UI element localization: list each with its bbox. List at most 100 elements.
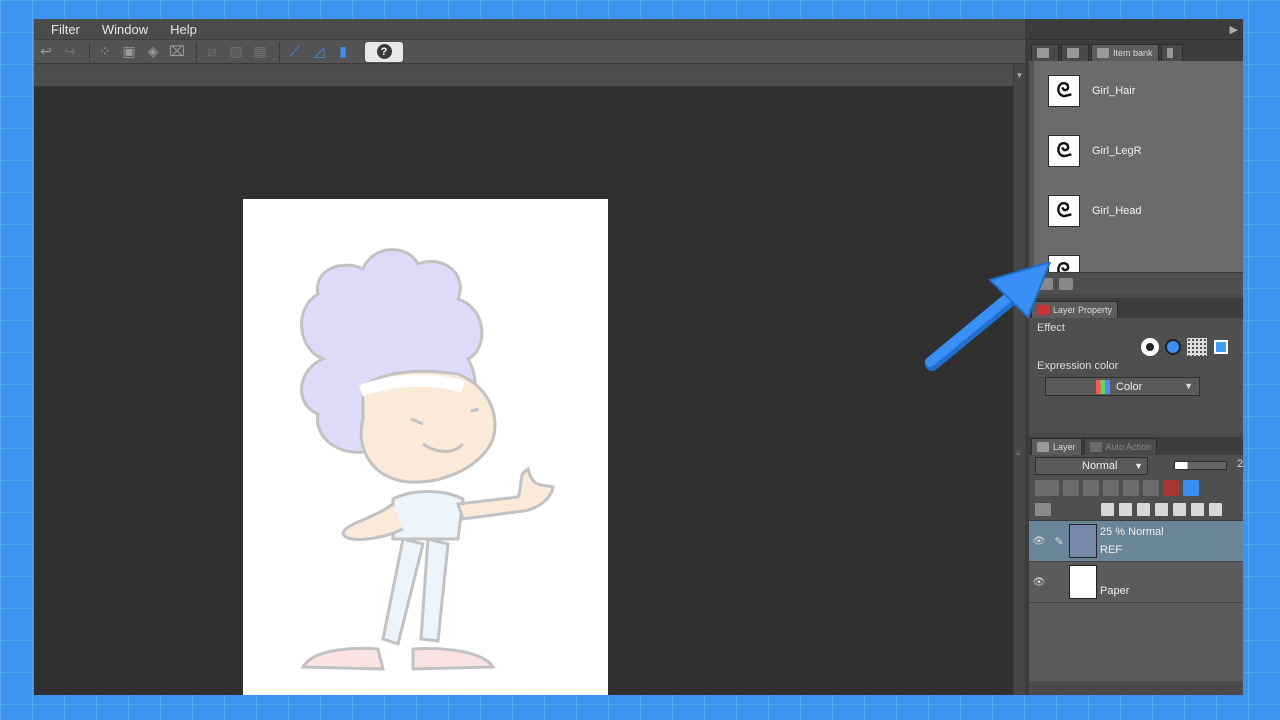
right-dock: ▶ Item bank ᘓ Girl_Hair ᘓ Girl_LegR ᘓ Gi… [1029,19,1243,695]
layers-list: 👁 ✎ 25 % Normal REF 👁 Paper [1029,521,1243,681]
secondary-toolbar [34,65,1025,87]
layer-name: REF [1100,544,1122,556]
transfer-down-icon[interactable] [1155,503,1168,516]
tab-item-bank-label: Item bank [1113,48,1153,58]
tone-icon[interactable] [1187,338,1207,356]
clip-icon[interactable] [1063,480,1079,496]
color-swatch-icon [1096,379,1110,394]
merge-down-icon[interactable] [1173,503,1186,516]
eye-icon[interactable]: 👁 [1029,577,1049,588]
dock-header: ▶ [1029,19,1243,39]
layer-tools-row [1029,477,1243,499]
list-item-partial[interactable]: ᘓ [1034,241,1243,272]
menu-window[interactable]: Window [102,22,148,37]
redo-icon[interactable]: ↪ [60,42,80,62]
item-label: Girl_Hair [1092,85,1136,97]
tab-extra[interactable] [1160,44,1183,61]
item-thumbnail-icon: ᘓ [1048,135,1080,167]
expression-color-select[interactable]: Color ▼ [1045,377,1200,396]
opacity-slider[interactable] [1174,461,1227,470]
help-button[interactable]: ? [365,41,403,62]
new-vector-layer-icon[interactable] [1119,503,1132,516]
list-item[interactable]: ᘓ Girl_LegR [1034,121,1243,181]
delete-layer-icon[interactable] [1209,503,1222,516]
layer-name: Paper [1100,585,1130,597]
item-label: Girl_LegR [1092,145,1142,157]
command-bar: ↩ ↪ ⁘ ▣ ◈ ⌧ ⧄ ▨ ▦ ⟋ ◿ ▮ ? [34,39,1025,64]
extract-line-icon[interactable] [1163,338,1183,356]
canvas-paper[interactable] [243,199,608,695]
tab-layer-property-label: Layer Property [1053,305,1113,315]
layer-mode: 25 % Normal [1100,526,1164,538]
layer-property-panel: Effect Expression color Color ▼ [1029,318,1243,433]
undo-icon[interactable]: ↩ [36,42,56,62]
layer-color-swatch[interactable] [1035,480,1059,496]
tab-auto-action-label: Auto Action [1105,442,1152,452]
pen-icon[interactable]: ✎ [1049,535,1069,548]
transform-icon[interactable]: ⌧ [167,42,187,62]
item-bank-icon [1097,48,1109,58]
chevron-down-icon: ▼ [1134,461,1143,471]
chevron-down-icon[interactable]: ▼ [1014,71,1025,80]
settings-icon[interactable] [1059,277,1073,290]
layer-info: 25 % Normal REF [1100,523,1164,559]
toolbar-separator [89,41,90,62]
layer-color-icon[interactable] [1211,338,1231,356]
tab-material[interactable] [1061,44,1089,61]
item-bank-list: ᘓ Girl_Hair ᘓ Girl_LegR ᘓ Girl_Head ᘓ [1029,61,1243,272]
item-bank-footer [1029,272,1243,294]
layer-list-icon[interactable] [1035,503,1051,516]
select-all-icon[interactable]: ▦ [250,42,270,62]
blend-mode-value: Normal [1082,460,1118,472]
tab-sub-tool[interactable] [1031,44,1059,61]
grid-snap-icon[interactable]: ▮ [333,42,353,62]
reference-icon[interactable] [1083,480,1099,496]
list-item[interactable]: ᘓ Girl_Head [1034,181,1243,241]
scroll-grip-icon[interactable]: ≡ [1016,449,1021,458]
chevron-down-icon: ▼ [1184,381,1193,391]
layer-actions-row [1029,499,1243,521]
copy-icon[interactable]: ▣ [119,42,139,62]
tab-layer[interactable]: Layer [1031,438,1082,455]
menu-help[interactable]: Help [170,22,197,37]
item-thumbnail-icon: ᘓ [1048,75,1080,107]
auto-action-icon [1089,442,1102,452]
layer-thumbnail [1069,524,1097,558]
collapse-dock-icon[interactable]: ▶ [1230,23,1238,36]
list-item[interactable]: ᘓ Girl_Hair [1034,61,1243,121]
draft-icon[interactable] [1103,480,1119,496]
new-folder-icon[interactable] [1137,503,1150,516]
ruler-snap-icon[interactable]: ⟋ [285,42,305,62]
mask-off-icon[interactable] [1163,480,1179,496]
mask-icon[interactable] [1191,503,1204,516]
lock-transparency-icon[interactable] [1143,480,1159,496]
layer-row-ref[interactable]: 👁 ✎ 25 % Normal REF [1029,521,1243,562]
fill-bucket-icon[interactable]: ◈ [143,42,163,62]
help-icon: ? [376,44,392,59]
border-effect-icon[interactable] [1141,338,1159,356]
crop-icon[interactable]: ⧄ [202,42,222,62]
eye-icon[interactable]: 👁 [1029,536,1049,547]
layer-thumbnail [1069,565,1097,599]
item-thumbnail-icon: ᘓ [1048,195,1080,227]
canvas-area[interactable] [34,87,1013,695]
layer-info: Paper [1100,564,1129,600]
layer-row-paper[interactable]: 👁 Paper [1029,562,1243,603]
tab-auto-action[interactable]: Auto Action [1083,438,1158,455]
clear-icon[interactable]: ▨ [226,42,246,62]
ruler-off-icon[interactable] [1183,480,1199,496]
effect-label: Effect [1037,322,1065,334]
menu-filter[interactable]: Filter [51,22,80,37]
item-label: Girl_Head [1092,205,1142,217]
app-window: Filter Window Help ↩ ↪ ⁘ ▣ ◈ ⌧ ⧄ ▨ ▦ ⟋ ◿… [34,19,1243,695]
blend-mode-select[interactable]: Normal ▼ [1035,457,1148,475]
tab-layer-label: Layer [1053,442,1076,452]
tab-item-bank[interactable]: Item bank [1091,44,1159,61]
annotation-arrow-icon [925,262,1052,371]
opacity-value: 2 [1237,458,1243,470]
lock-icon[interactable] [1123,480,1139,496]
new-raster-layer-icon[interactable] [1101,503,1114,516]
selection-icon[interactable]: ⁘ [95,42,115,62]
special-ruler-snap-icon[interactable]: ◿ [309,42,329,62]
character-drawing [300,248,555,671]
